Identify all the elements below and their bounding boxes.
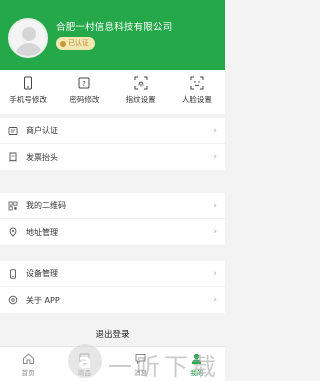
menu-item-label: 地址管理 <box>26 227 58 237</box>
menu-group-profile: 我的二维码 › 地址管理 › <box>0 193 225 245</box>
home-icon <box>22 353 34 364</box>
verified-badge: 已认证 <box>56 37 95 50</box>
tab-label: 消息 <box>134 369 148 377</box>
goods-icon <box>79 353 90 364</box>
bottom-tab-bar: 首页 商品 消息 我的 <box>0 346 225 381</box>
face-icon <box>190 76 204 90</box>
quick-action-face[interactable]: 人脸设置 <box>169 70 225 114</box>
chevron-right-icon: › <box>213 200 217 211</box>
quick-action-label: 人脸设置 <box>181 95 212 104</box>
menu-item-my-qrcode[interactable]: 我的二维码 › <box>0 193 225 219</box>
menu-item-invoice-title[interactable]: 发票抬头 › <box>0 144 225 170</box>
merchant-icon <box>8 126 18 135</box>
chevron-right-icon: › <box>213 125 217 136</box>
quick-action-label: 手机号修改 <box>9 95 47 104</box>
menu-item-device-management[interactable]: 设备管理 › <box>0 261 225 287</box>
avatar-body <box>15 43 43 56</box>
menu-item-label: 我的二维码 <box>26 201 66 210</box>
quick-action-fingerprint[interactable]: 指纹设置 <box>113 70 169 114</box>
avatar-head <box>22 27 36 41</box>
quick-action-label: 密码修改 <box>69 95 100 104</box>
tab-label: 首页 <box>21 369 35 377</box>
phone-icon <box>24 76 33 90</box>
avatar[interactable] <box>8 18 48 58</box>
menu-item-label: 设备管理 <box>26 269 58 278</box>
message-icon <box>135 354 146 365</box>
svg-text:?: ? <box>83 80 87 88</box>
chevron-right-icon: › <box>213 227 217 237</box>
about-icon <box>8 295 18 305</box>
menu-item-label: 关于 APP <box>26 295 60 305</box>
quick-action-phone[interactable]: 手机号修改 <box>0 70 56 114</box>
profile-header: 合肥一村信息科技有限公司 已认证 <box>0 0 225 70</box>
menu-item-about-app[interactable]: 关于 APP › <box>0 287 225 313</box>
menu-item-merchant-verification[interactable]: 商户认证 › <box>0 118 225 144</box>
device-icon <box>10 268 16 279</box>
menu-item-address-management[interactable]: 地址管理 › <box>0 219 225 245</box>
tab-messages[interactable]: 消息 <box>113 347 169 381</box>
verified-icon <box>60 40 66 47</box>
menu-item-label: 发票抬头 <box>26 152 58 162</box>
chevron-right-icon: › <box>213 295 217 305</box>
fingerprint-icon <box>134 76 148 90</box>
verified-badge-label: 已认证 <box>68 39 89 47</box>
location-icon <box>9 227 17 237</box>
chevron-right-icon: › <box>213 268 217 279</box>
quick-actions: 手机号修改 ? 密码修改 指纹设置 人脸设置 <box>0 70 225 114</box>
tab-goods[interactable]: 商品 <box>56 347 112 381</box>
company-name: 合肥一村信息科技有限公司 <box>56 22 173 33</box>
menu-group-account: 商户认证 › 发票抬头 › <box>0 118 225 170</box>
tab-profile[interactable]: 我的 <box>169 347 225 381</box>
invoice-icon <box>9 152 17 162</box>
tab-label: 商品 <box>77 369 91 377</box>
quick-action-password[interactable]: ? 密码修改 <box>56 70 112 114</box>
chevron-right-icon: › <box>213 152 217 162</box>
menu-item-label: 商户认证 <box>26 126 58 135</box>
profile-icon <box>192 353 202 364</box>
logout-button[interactable]: 退出登录 <box>0 325 225 345</box>
password-icon: ? <box>78 77 90 89</box>
quick-action-label: 指纹设置 <box>125 95 156 104</box>
tab-label: 我的 <box>190 369 204 377</box>
qrcode-icon <box>8 201 18 210</box>
tab-home[interactable]: 首页 <box>0 347 56 381</box>
menu-group-system: 设备管理 › 关于 APP › <box>0 261 225 313</box>
